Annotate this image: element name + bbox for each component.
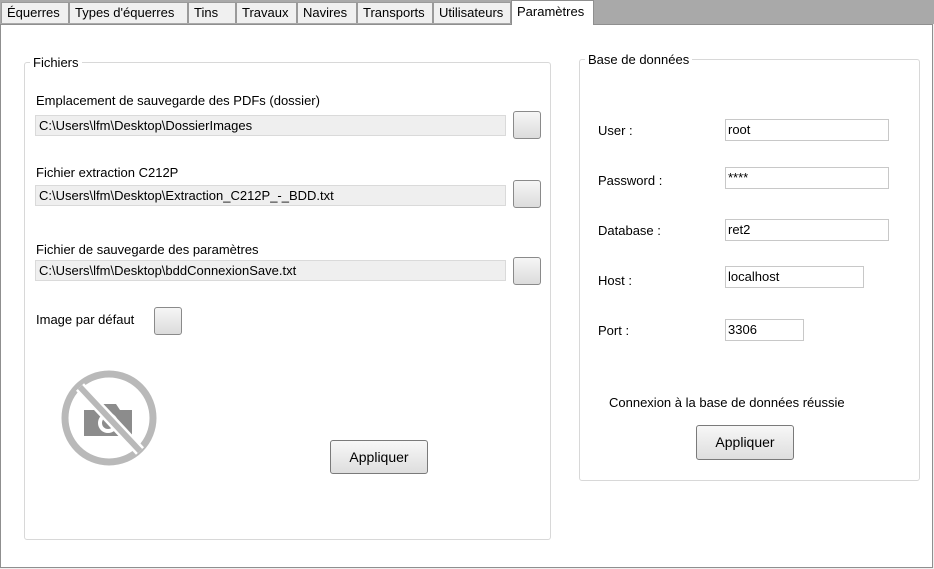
tab-equerres[interactable]: Équerres [1, 2, 69, 23]
tab-tins[interactable]: Tins [188, 2, 236, 23]
pdf-location-label: Emplacement de sauvegarde des PDFs (doss… [36, 93, 320, 108]
extraction-file-label: Fichier extraction C212P [36, 165, 179, 180]
default-image-browse-button[interactable] [154, 307, 182, 335]
pdf-location-field[interactable]: C:\Users\lfm\Desktop\DossierImages [35, 115, 506, 136]
tab-travaux[interactable]: Travaux [236, 2, 297, 23]
user-label: User : [598, 123, 633, 138]
files-group-title: Fichiers [30, 55, 82, 70]
password-input[interactable]: **** [725, 167, 889, 189]
files-apply-button[interactable]: Appliquer [330, 440, 428, 474]
tab-strip: Équerres Types d'équerres Tins Travaux N… [0, 0, 934, 25]
port-label: Port : [598, 323, 630, 338]
db-group-title: Base de données [585, 52, 693, 67]
tab-transports[interactable]: Transports [357, 2, 433, 23]
settings-file-browse-button[interactable] [513, 257, 541, 285]
tab-navires[interactable]: Navires [297, 2, 357, 23]
database-label: Database : [598, 223, 661, 238]
tab-parametres[interactable]: Paramètres [511, 0, 594, 25]
host-label: Host : [598, 273, 632, 288]
extraction-file-browse-button[interactable] [513, 180, 541, 208]
port-input[interactable]: 3306 [725, 319, 804, 341]
host-input[interactable]: localhost [725, 266, 864, 288]
default-image-label: Image par défaut [36, 312, 135, 327]
password-label: Password : [598, 173, 663, 188]
tab-utilisateurs[interactable]: Utilisateurs [433, 2, 511, 23]
extraction-file-field[interactable]: C:\Users\lfm\Desktop\Extraction_C212P_-_… [35, 185, 506, 206]
pdf-location-browse-button[interactable] [513, 111, 541, 139]
db-apply-button[interactable]: Appliquer [696, 425, 794, 460]
connection-status: Connexion à la base de données réussie [609, 395, 845, 410]
settings-file-label: Fichier de sauvegarde des paramètres [36, 242, 259, 257]
no-photo-icon [60, 370, 158, 466]
user-input[interactable]: root [725, 119, 889, 141]
tab-types-equerres[interactable]: Types d'équerres [69, 2, 188, 23]
settings-file-field[interactable]: C:\Users\lfm\Desktop\bddConnexionSave.tx… [35, 260, 506, 281]
database-input[interactable]: ret2 [725, 219, 889, 241]
